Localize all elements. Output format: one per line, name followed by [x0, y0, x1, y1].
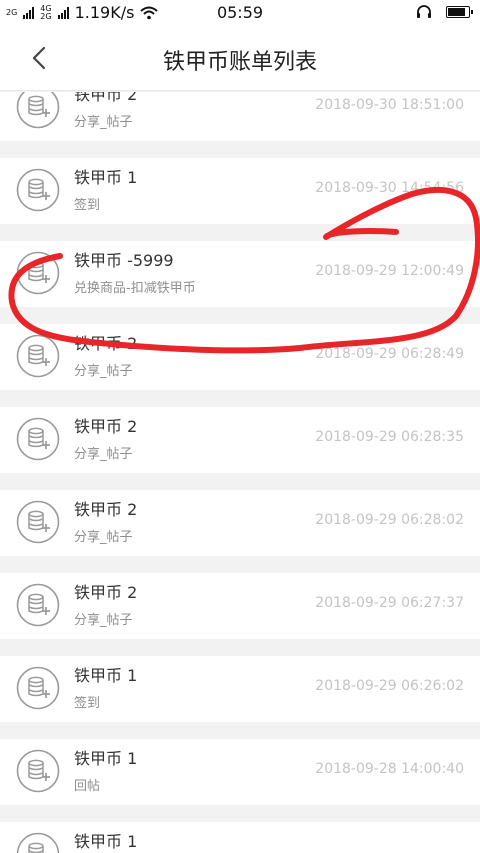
record-timestamp: 2018-09-29 06:27:37: [315, 595, 464, 611]
list-item[interactable]: 铁甲币 2 分享_帖子 2018-09-29 06:28:49: [0, 324, 480, 390]
list-item[interactable]: 铁甲币 -5999 兑换商品-扣减铁甲币 2018-09-29 12:00:49: [0, 241, 480, 307]
coin-stack-plus-icon: [16, 832, 60, 853]
coin-stack-plus-icon: [16, 168, 60, 212]
transaction-list-content: 铁甲币 2 分享_帖子 2018-09-30 18:51:00 铁甲币 1 签到 2018…: [0, 92, 480, 853]
coin-stack-plus-icon: [16, 417, 60, 461]
record-description: 分享_帖子: [74, 613, 133, 628]
coin-stack-plus-icon: [16, 92, 60, 129]
headset-icon: [417, 5, 431, 18]
record-description: 回帖: [74, 779, 101, 794]
coin-stack-plus-icon: [16, 666, 60, 710]
list-item[interactable]: 铁甲币 2 分享_帖子 2018-09-29 06:28:02: [0, 490, 480, 556]
coin-stack-plus-icon: [16, 251, 60, 295]
record-amount: 铁甲币 2: [74, 583, 138, 602]
record-description: 分享_帖子: [74, 530, 133, 545]
status-bar: 2G 4G 2G 1.19K/s 05:59: [0, 0, 480, 26]
record-description: 分享_帖子: [74, 364, 133, 379]
status-right: [416, 4, 473, 20]
record-amount: 铁甲币 1: [74, 168, 138, 187]
record-description: 签到: [74, 198, 101, 213]
page-title: 铁甲币账单列表: [162, 50, 317, 75]
record-amount: 铁甲币 -5999: [74, 251, 174, 270]
record-description: 兑换商品-扣减铁甲币: [74, 281, 196, 296]
coin-stack-plus-icon: [16, 500, 60, 544]
status-time: 05:59: [216, 3, 264, 22]
list-item[interactable]: 铁甲币 2 分享_帖子 2018-09-30 18:51:00: [0, 92, 480, 141]
record-description: 分享_帖子: [74, 115, 133, 130]
transaction-list[interactable]: 铁甲币 2 分享_帖子 2018-09-30 18:51:00 铁甲币 1 签到 2018…: [0, 92, 480, 853]
list-item[interactable]: 铁甲币 1 回帖 2018-09-28 14:00:40: [0, 739, 480, 805]
list-item[interactable]: 铁甲币 1 签到 2018-09-29 06:26:02: [0, 656, 480, 722]
record-timestamp: 2018-09-30 14:54:56: [315, 180, 464, 196]
record-amount: 铁甲币 2: [74, 500, 138, 519]
record-amount: 铁甲币 1: [74, 749, 138, 768]
coin-stack-plus-icon: [16, 334, 60, 378]
record-timestamp: 2018-09-29 06:28:35: [315, 429, 464, 445]
list-item[interactable]: 铁甲币 2 分享_帖子 2018-09-29 06:28:35: [0, 407, 480, 473]
record-timestamp: 2018-09-29 12:00:49: [315, 263, 464, 279]
coin-stack-plus-icon: [16, 583, 60, 627]
record-description: 签到: [74, 696, 101, 711]
list-item[interactable]: 铁甲币 2 分享_帖子 2018-09-29 06:27:37: [0, 573, 480, 639]
record-amount: 铁甲币 2: [74, 417, 138, 436]
record-timestamp: 2018-09-30 18:51:00: [315, 97, 464, 113]
record-amount: 铁甲币 1: [74, 832, 138, 851]
record-amount: 铁甲币 2: [74, 92, 138, 104]
battery-fill: [448, 8, 466, 16]
coin-stack-plus-icon: [16, 749, 60, 793]
record-timestamp: 2018-09-28 14:00:40: [315, 761, 464, 777]
record-amount: 铁甲币 1: [74, 666, 138, 685]
record-amount: 铁甲币 2: [74, 334, 138, 353]
record-timestamp: 2018-09-29 06:28:02: [315, 512, 464, 528]
list-item[interactable]: 铁甲币 1 签到 2018-09-30 14:54:56: [0, 158, 480, 224]
navigation-bar: 铁甲币账单列表: [0, 26, 480, 91]
record-timestamp: 2018-09-29 06:26:02: [315, 678, 464, 694]
list-item[interactable]: 铁甲币 1: [0, 822, 480, 853]
battery-icon: [446, 6, 473, 18]
record-description: 分享_帖子: [74, 447, 133, 462]
record-timestamp: 2018-09-29 06:28:49: [315, 346, 464, 362]
